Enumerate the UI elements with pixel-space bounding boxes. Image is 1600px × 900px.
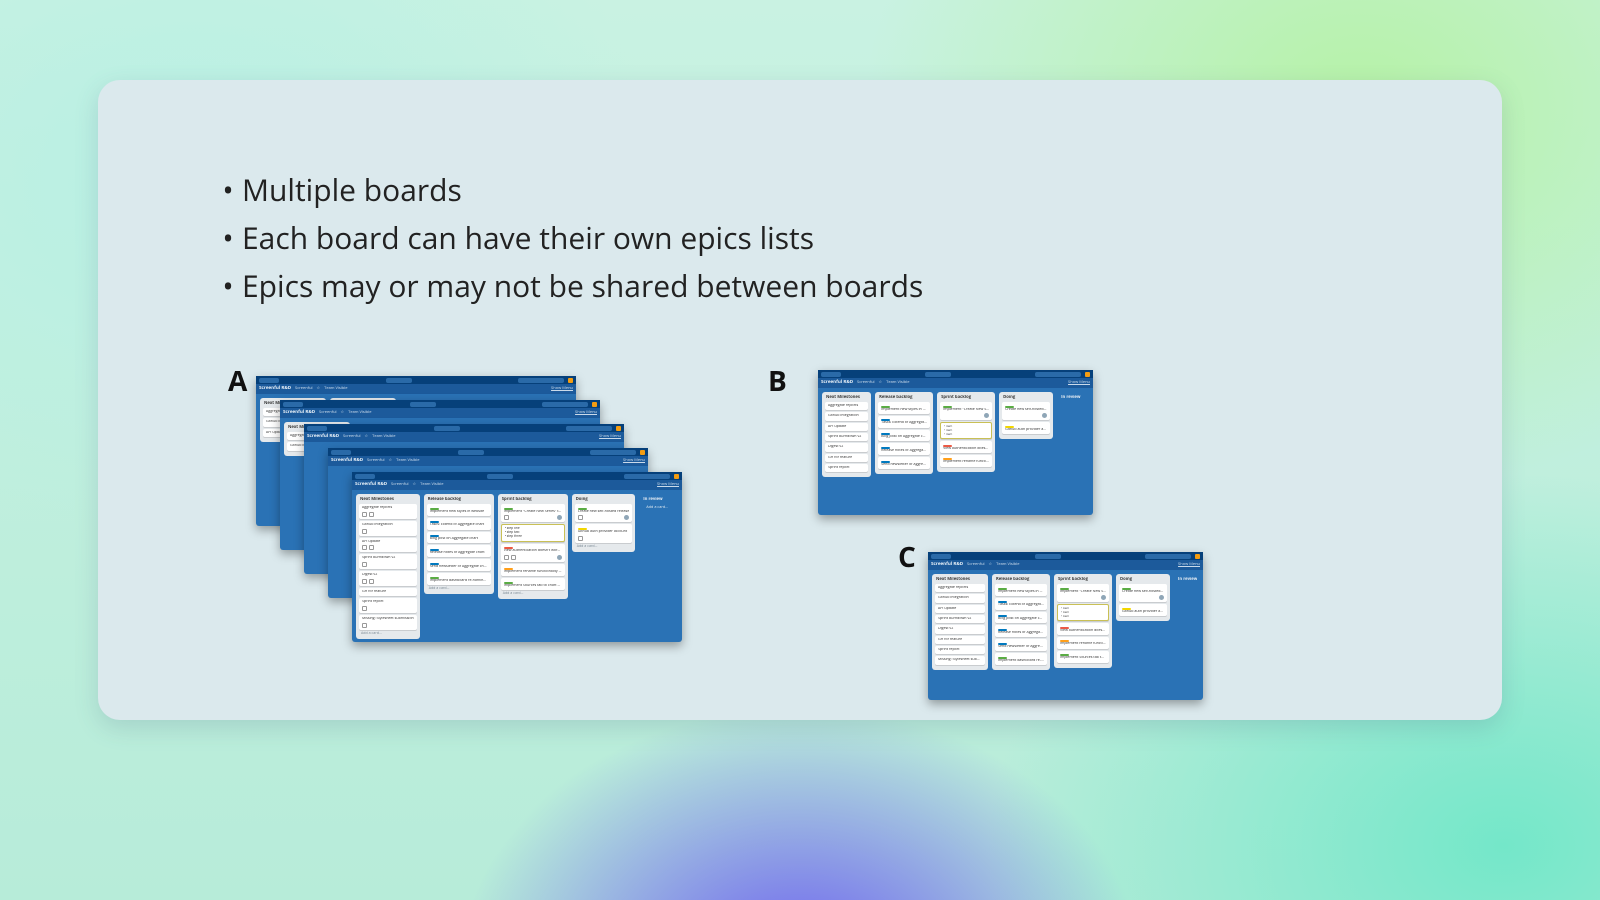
bullet-list: •Multiple boards •Each board can have th… <box>214 166 923 310</box>
list-milestones: Next Milestones Aggregate reports Github… <box>356 494 420 639</box>
board-c: Screenful R&DScreenful☆Team VisibleShow … <box>928 552 1203 700</box>
bullet-text: Multiple boards <box>242 169 462 210</box>
bullet-text: Each board can have their own epics list… <box>242 217 814 258</box>
board-topbar <box>352 472 682 480</box>
board-header: Screenful R&DScreenful☆Team VisibleShow … <box>352 480 682 490</box>
bullet-item: •Multiple boards <box>214 166 923 214</box>
label-c: C <box>898 538 916 576</box>
board-title: Screenful R&D <box>355 482 387 487</box>
gradient-background: •Multiple boards •Each board can have th… <box>0 0 1600 900</box>
board-thumb-front: Screenful R&DScreenful☆Team VisibleShow … <box>352 472 682 642</box>
list-review: In review Add a card… <box>639 494 678 516</box>
board-b: Screenful R&DScreenful☆Team VisibleShow … <box>818 370 1093 515</box>
list-release: Release backlog Implement new styles in … <box>424 494 494 594</box>
star-icon: ☆ <box>413 483 417 488</box>
label-a: A <box>228 362 247 400</box>
board-columns: Next Milestones Aggregate reports Github… <box>352 490 682 645</box>
star-icon <box>674 474 679 479</box>
slide-card: •Multiple boards •Each board can have th… <box>98 80 1502 720</box>
bullet-item: •Each board can have their own epics lis… <box>214 214 923 262</box>
bullet-text: Epics may or may not be shared between b… <box>242 265 923 306</box>
list-sprint: Sprint backlog Implement "Create New Ser… <box>498 494 568 599</box>
bullet-item: •Epics may or may not be shared between … <box>214 262 923 310</box>
show-menu-link[interactable]: Show Menu <box>657 483 679 488</box>
label-b: B <box>768 362 787 400</box>
board-stack-a: Screenful R&DScreenful☆Team VisibleShow … <box>256 376 766 666</box>
list-doing: Doing Create new self-hosted release Git… <box>572 494 636 552</box>
